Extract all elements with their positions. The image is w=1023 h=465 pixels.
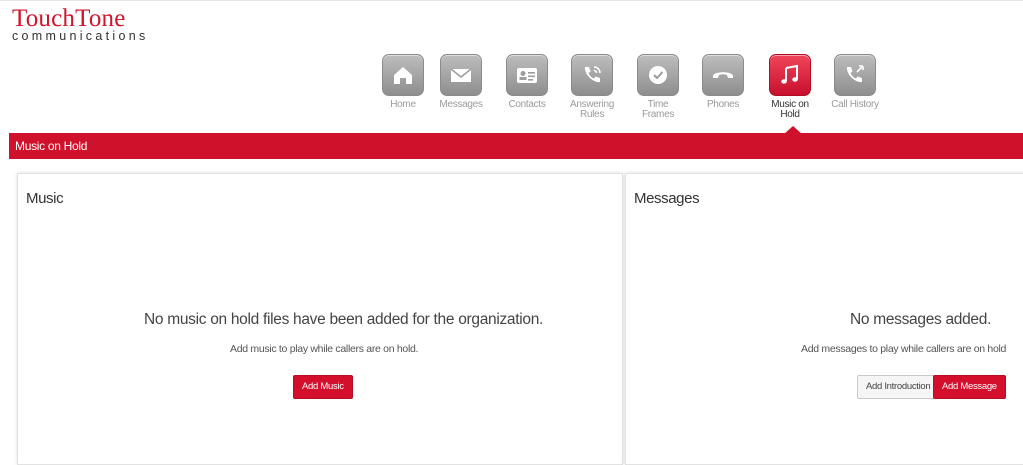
home-icon [382, 54, 424, 96]
nav-item-call-history[interactable]: Call History [825, 54, 885, 110]
nav-label: Home [390, 99, 416, 110]
add-introduction-button[interactable]: Add Introduction [857, 375, 940, 399]
nav-label: Messages [439, 99, 483, 110]
nav-item-contacts[interactable]: Contacts [497, 54, 557, 110]
call-history-icon [834, 54, 876, 96]
envelope-icon [440, 54, 482, 96]
music-note-icon [769, 54, 811, 96]
nav-item-time-frames[interactable]: Time Frames [628, 54, 688, 120]
clock-icon [637, 54, 679, 96]
nav-item-home[interactable]: Home [373, 54, 433, 110]
music-panel: Music No music on hold files have been a… [17, 173, 623, 465]
nav-item-messages[interactable]: Messages [431, 54, 491, 110]
add-message-button[interactable]: Add Message [933, 375, 1006, 399]
messages-empty-subtext: Add messages to play while callers are o… [801, 343, 1007, 355]
messages-panel-title: Messages [634, 190, 700, 207]
nav-label: Contacts [508, 99, 546, 110]
top-border [0, 0, 1023, 1]
add-music-button[interactable]: Add Music [293, 375, 353, 399]
phone-waves-icon [571, 54, 613, 96]
nav-item-answering-rules[interactable]: Answering Rules [562, 54, 622, 120]
brand-logo[interactable]: TouchTone communications [12, 6, 149, 43]
handset-icon [702, 54, 744, 96]
nav-label: Time Frames [641, 99, 675, 120]
nav-label: Call History [831, 99, 879, 110]
nav-item-phones[interactable]: Phones [693, 54, 753, 110]
music-panel-title: Music [26, 190, 64, 207]
messages-panel: Messages No messages added. Add messages… [625, 173, 1023, 465]
messages-empty-heading: No messages added. [850, 311, 992, 328]
music-empty-subtext: Add music to play while callers are on h… [230, 343, 419, 355]
nav-label: Music on Hold [771, 99, 809, 120]
nav-label: Phones [706, 99, 740, 110]
nav-label: Answering Rules [570, 99, 614, 120]
main-nav: Home Messages Contacts Answering Rules Ti… [0, 54, 1023, 134]
nav-item-music-on-hold[interactable]: Music on Hold [760, 54, 820, 120]
music-empty-heading: No music on hold files have been added f… [144, 311, 544, 328]
page-title: Music on Hold [15, 139, 88, 153]
contact-card-icon [506, 54, 548, 96]
page-title-bar: Music on Hold [9, 133, 1023, 159]
brand-tagline: communications [12, 29, 149, 43]
